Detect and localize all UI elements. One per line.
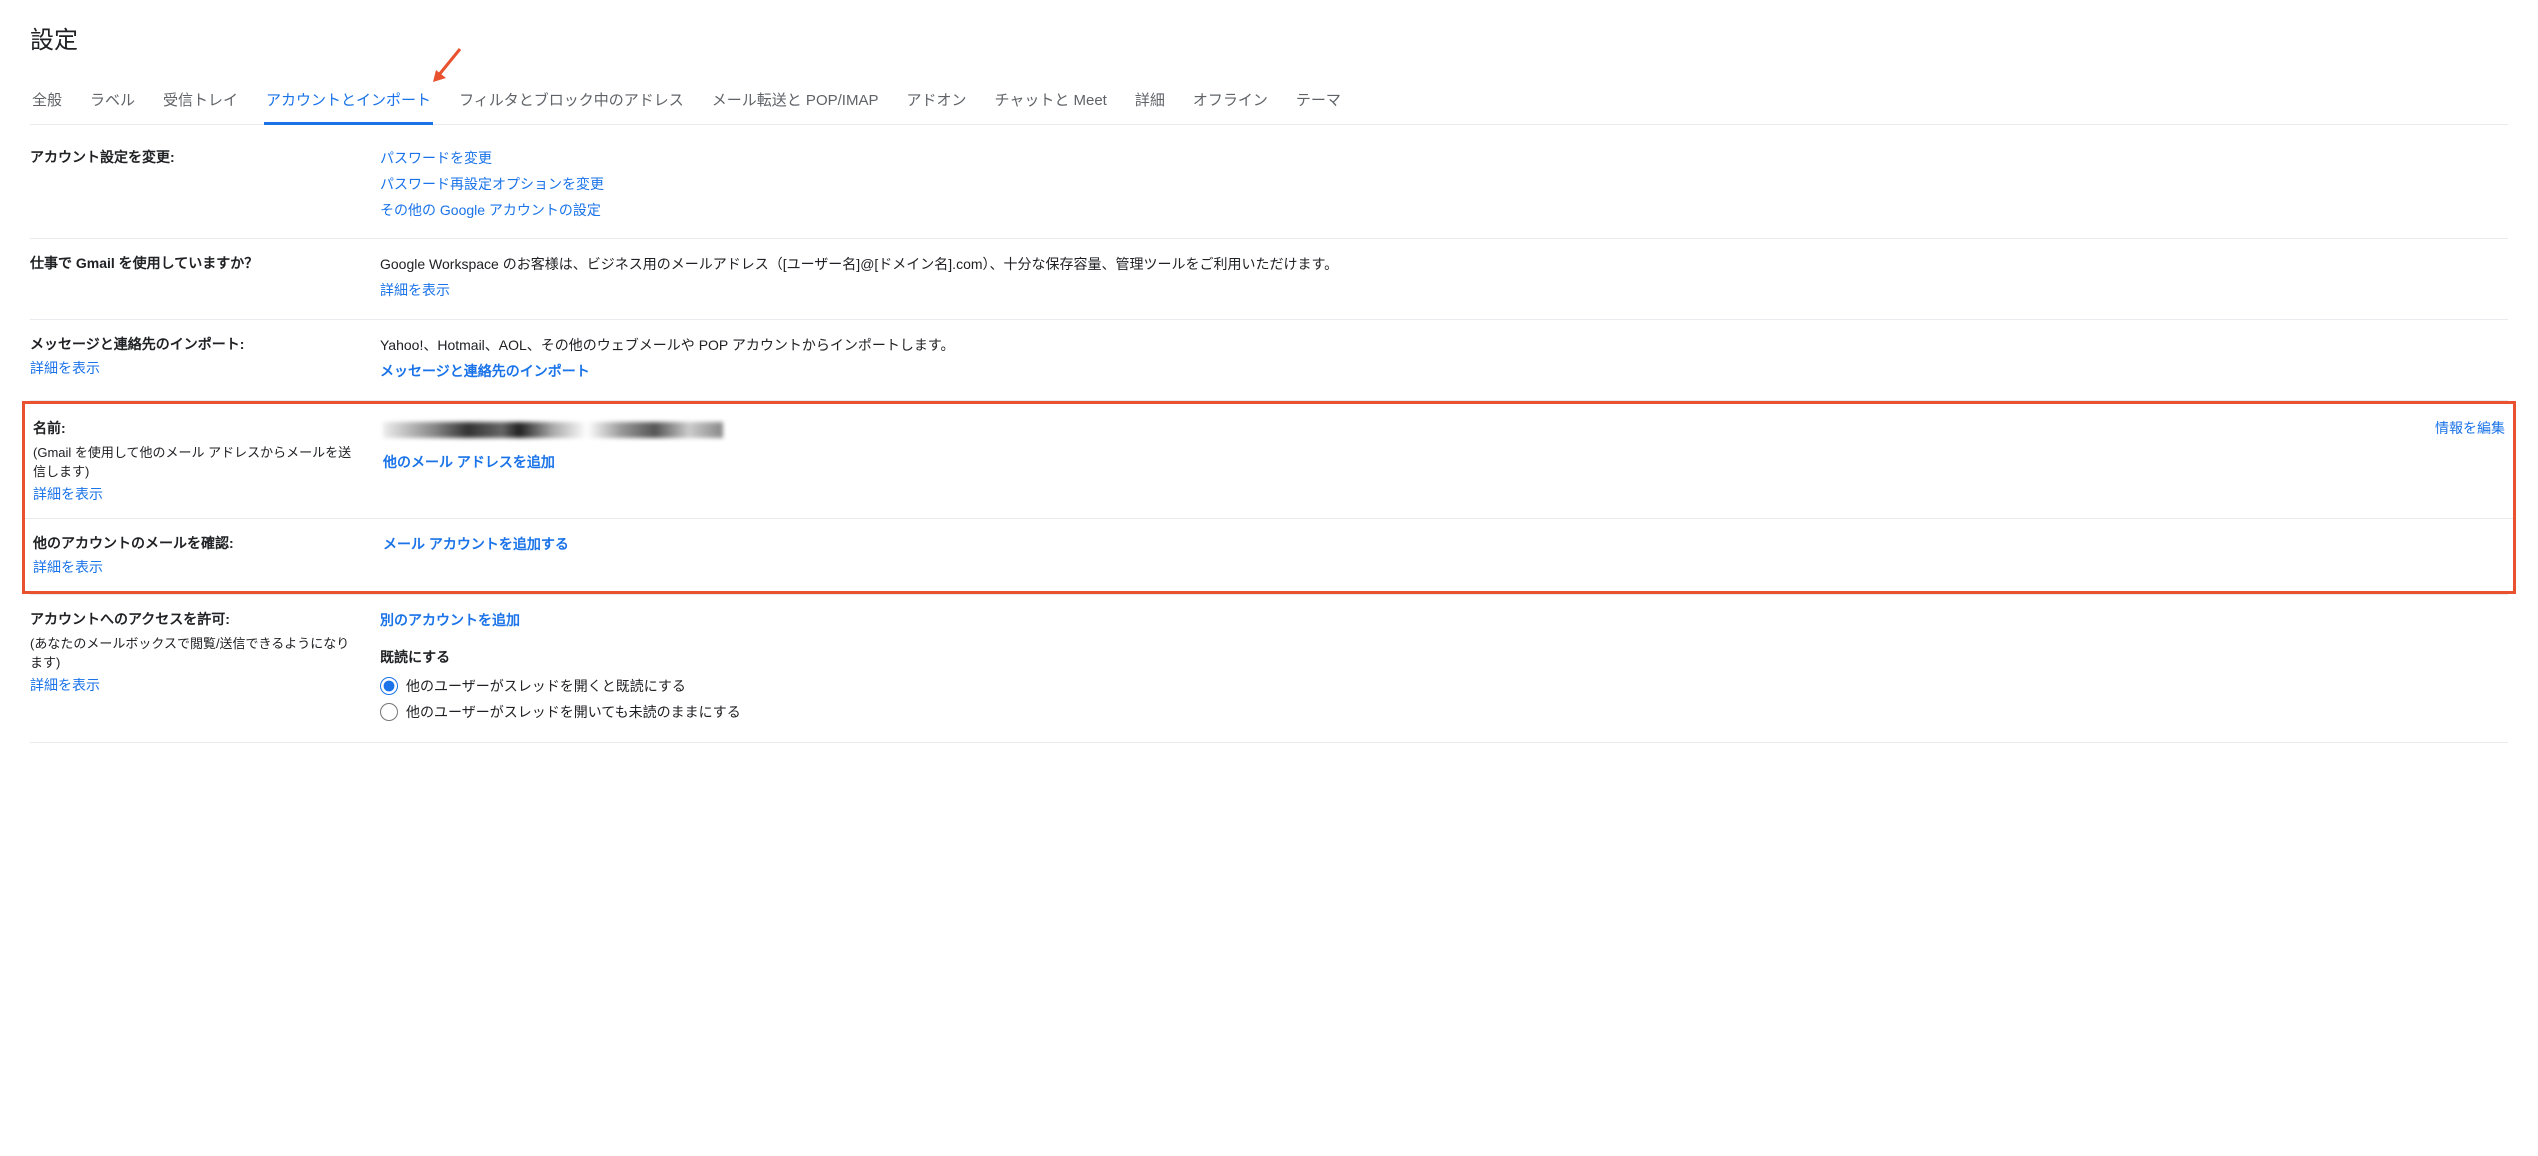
tab-addons[interactable]: アドオン (904, 79, 968, 124)
workspace-desc: Google Workspace のお客様は、ビジネス用のメールアドレス（[ユー… (380, 253, 2508, 277)
grant-access-more-link[interactable]: 詳細を表示 (30, 677, 100, 693)
tab-inbox[interactable]: 受信トレイ (161, 79, 240, 124)
highlight-annotation: 名前: (Gmail を使用して他のメール アドレスからメールを送信します) 詳… (22, 401, 2516, 594)
section-name: 名前: (Gmail を使用して他のメール アドレスからメールを送信します) 詳… (25, 404, 2513, 519)
section-workspace: 仕事で Gmail を使用していますか？ Google Workspace のお… (30, 239, 2508, 320)
mark-read-radio-1[interactable] (380, 677, 398, 695)
section-grant-access: アカウントへのアクセスを許可: (あなたのメールボックスで閲覧/送信できるように… (30, 594, 2508, 744)
section-title: 仕事で Gmail を使用していますか？ (30, 253, 360, 273)
change-recovery-link[interactable]: パスワード再設定オプションを変更 (380, 176, 604, 192)
tab-accounts-import[interactable]: アカウントとインポート (264, 79, 433, 125)
mark-read-label-2[interactable]: 他のユーザーがスレッドを開いても未読のままにする (406, 702, 741, 722)
add-mail-account-link[interactable]: メール アカウントを追加する (383, 536, 569, 552)
edit-info-link[interactable]: 情報を編集 (2435, 420, 2505, 436)
page-title: 設定 (30, 20, 2508, 55)
section-import: メッセージと連絡先のインポート: 詳細を表示 Yahoo!、Hotmail、AO… (30, 320, 2508, 401)
section-subtitle: (あなたのメールボックスで閲覧/送信できるようになります) (30, 633, 360, 671)
tab-filters[interactable]: フィルタとブロック中のアドレス (457, 79, 686, 124)
mark-read-heading: 既読にする (380, 646, 2508, 670)
section-title: アカウントへのアクセスを許可: (30, 609, 360, 629)
name-more-link[interactable]: 詳細を表示 (33, 486, 103, 502)
section-title: 名前: (33, 418, 363, 438)
import-more-link[interactable]: 詳細を表示 (30, 360, 100, 376)
tab-labels[interactable]: ラベル (88, 79, 137, 124)
tab-advanced[interactable]: 詳細 (1133, 79, 1167, 124)
arrow-annotation-icon (430, 44, 466, 87)
redacted-email (383, 422, 723, 438)
change-password-link[interactable]: パスワードを変更 (380, 150, 492, 166)
section-title: メッセージと連絡先のインポート: (30, 334, 360, 354)
section-check-other: 他のアカウントのメールを確認: 詳細を表示 メール アカウントを追加する (25, 519, 2513, 591)
add-email-address-link[interactable]: 他のメール アドレスを追加 (383, 454, 555, 470)
workspace-more-link[interactable]: 詳細を表示 (380, 282, 450, 298)
section-title: アカウント設定を変更: (30, 147, 360, 167)
mark-read-radio-2[interactable] (380, 703, 398, 721)
section-subtitle: (Gmail を使用して他のメール アドレスからメールを送信します) (33, 442, 363, 480)
section-account-settings: アカウント設定を変更: パスワードを変更 パスワード再設定オプションを変更 その… (30, 133, 2508, 239)
tab-offline[interactable]: オフライン (1191, 79, 1270, 124)
import-desc: Yahoo!、Hotmail、AOL、その他のウェブメールや POP アカウント… (380, 334, 2508, 358)
add-delegate-account-link[interactable]: 別のアカウントを追加 (380, 612, 520, 628)
tab-themes[interactable]: テーマ (1294, 79, 1343, 124)
check-other-more-link[interactable]: 詳細を表示 (33, 559, 103, 575)
tab-forwarding[interactable]: メール転送と POP/IMAP (710, 79, 881, 124)
tab-general[interactable]: 全般 (30, 79, 64, 124)
tab-chat-meet[interactable]: チャットと Meet (992, 79, 1108, 124)
other-google-settings-link[interactable]: その他の Google アカウントの設定 (380, 202, 601, 218)
settings-tabs: 全般 ラベル 受信トレイ アカウントとインポート フィルタとブロック中のアドレス… (30, 79, 2508, 125)
mark-read-label-1[interactable]: 他のユーザーがスレッドを開くと既読にする (406, 676, 686, 696)
section-title: 他のアカウントのメールを確認: (33, 533, 363, 553)
import-action-link[interactable]: メッセージと連絡先のインポート (380, 363, 590, 379)
